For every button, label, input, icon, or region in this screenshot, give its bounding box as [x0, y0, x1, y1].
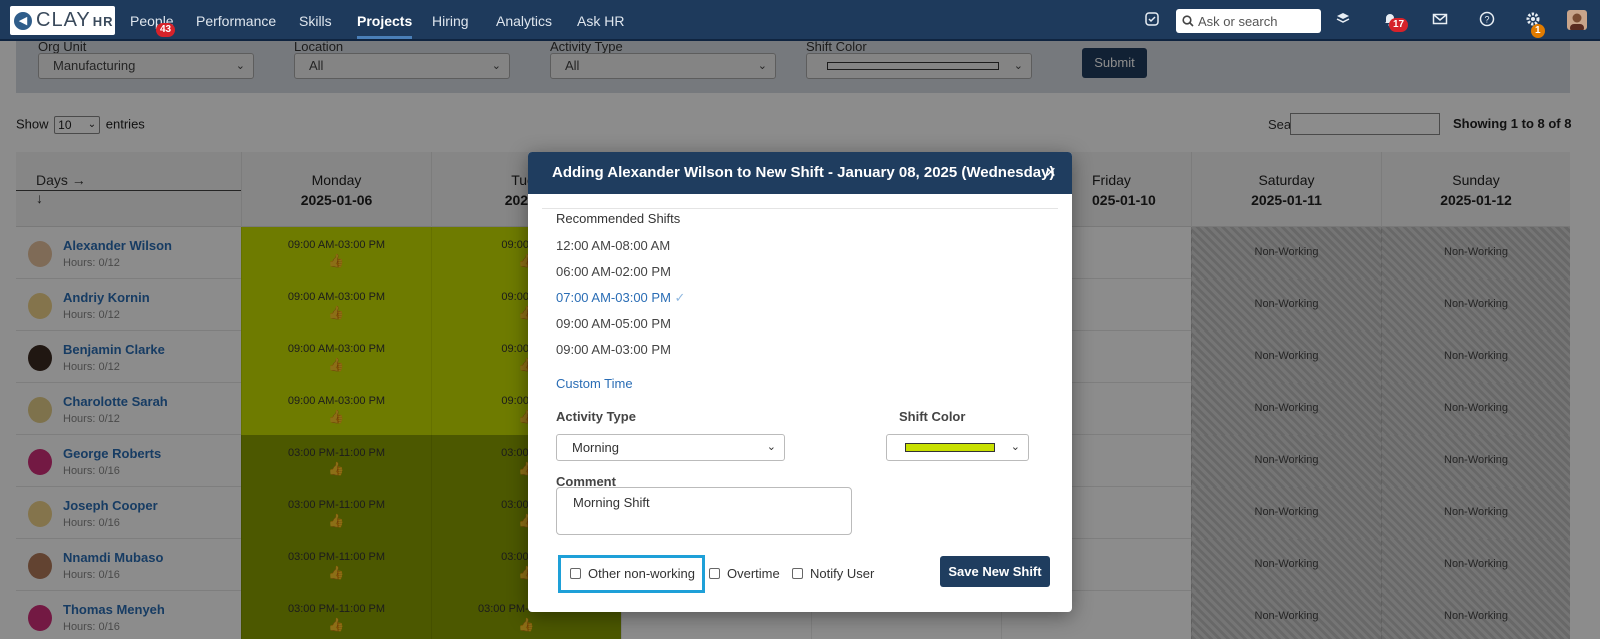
shift-option[interactable]: 09:00 AM-03:00 PM	[556, 342, 671, 357]
nav-people[interactable]: People 43	[130, 0, 176, 39]
save-new-shift-button[interactable]: Save New Shift	[940, 556, 1050, 587]
svg-text:?: ?	[1484, 15, 1489, 25]
alarm-clock-icon[interactable]	[1143, 11, 1161, 29]
clayhr-logo[interactable]: ◀ CLAY HR	[10, 6, 115, 35]
chevron-down-icon: ⌄	[766, 441, 776, 453]
comment-textarea[interactable]: Morning Shift	[556, 487, 852, 535]
checkbox-box	[709, 568, 720, 579]
chevron-down-icon: ⌄	[1010, 441, 1020, 453]
shift-option[interactable]: 09:00 AM-05:00 PM	[556, 316, 671, 331]
logo-text: CLAY	[36, 9, 91, 31]
shift-color-swatch	[905, 443, 995, 452]
other-non-working-checkbox[interactable]: Other non-working	[570, 566, 695, 581]
shift-option-label: 07:00 AM-03:00 PM	[556, 290, 671, 305]
nav-ask-hr[interactable]: Ask HR	[577, 0, 624, 39]
overtime-checkbox[interactable]: Overtime	[709, 566, 780, 581]
custom-time-link[interactable]: Custom Time	[556, 376, 633, 391]
modal-title: Adding Alexander Wilson to New Shift - J…	[552, 164, 1055, 181]
logo-suffix: HR	[92, 14, 114, 29]
modal-header: Adding Alexander Wilson to New Shift - J…	[528, 152, 1072, 194]
nav-performance[interactable]: Performance	[196, 0, 276, 39]
shift-color-label: Shift Color	[899, 409, 966, 424]
activity-type-label: Activity Type	[556, 409, 636, 424]
modal-divider	[542, 208, 1058, 209]
logo-mark-icon: ◀	[14, 11, 32, 30]
layers-icon[interactable]	[1334, 11, 1352, 29]
help-icon[interactable]: ?	[1478, 11, 1496, 29]
shift-option[interactable]: 06:00 AM-02:00 PM	[556, 264, 671, 279]
checkbox-label: Overtime	[727, 566, 780, 581]
mail-icon[interactable]	[1431, 11, 1449, 29]
activity-type-value: Morning	[572, 440, 619, 455]
check-icon: ✓	[674, 290, 686, 305]
top-nav: ◀ CLAY HR People 43 Performance Skills Pro…	[0, 0, 1600, 41]
settings-badge: 1	[1531, 24, 1545, 38]
shift-option[interactable]: 12:00 AM-08:00 AM	[556, 238, 670, 253]
close-icon[interactable]: ×	[1045, 162, 1056, 183]
checkbox-label: Other non-working	[588, 566, 695, 581]
search-icon	[1182, 15, 1194, 27]
nav-projects[interactable]: Projects	[357, 0, 413, 39]
checkbox-box	[570, 568, 581, 579]
checkbox-label: Notify User	[810, 566, 875, 581]
shift-color-select[interactable]: ⌄	[886, 434, 1029, 461]
nav-hiring[interactable]: Hiring	[432, 0, 469, 39]
checkbox-box	[792, 568, 803, 579]
people-badge: 43	[156, 23, 176, 37]
global-search[interactable]: Ask or search	[1176, 9, 1321, 33]
search-placeholder: Ask or search	[1198, 13, 1278, 29]
shift-option-selected[interactable]: 07:00 AM-03:00 PM ✓	[556, 290, 685, 306]
notifications-badge: 17	[1389, 18, 1409, 32]
activity-type-select[interactable]: Morning ⌄	[556, 434, 785, 461]
notify-user-checkbox[interactable]: Notify User	[792, 566, 874, 581]
recommended-shifts-label: Recommended Shifts	[556, 211, 681, 226]
nav-analytics[interactable]: Analytics	[496, 0, 552, 39]
add-shift-modal: Adding Alexander Wilson to New Shift - J…	[528, 152, 1072, 612]
user-avatar[interactable]	[1567, 10, 1587, 30]
nav-skills[interactable]: Skills	[299, 0, 332, 39]
